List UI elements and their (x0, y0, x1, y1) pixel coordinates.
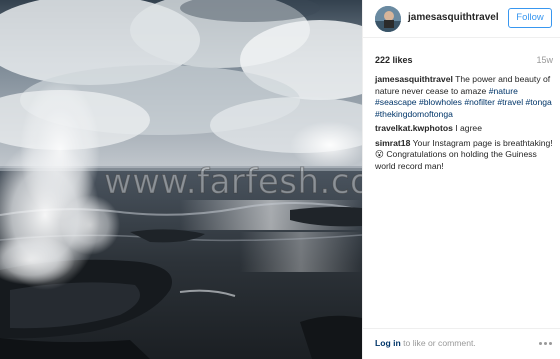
profile-avatar[interactable] (375, 6, 401, 32)
login-prompt-text: to like or comment. (400, 338, 476, 348)
hashtag[interactable]: #nature (489, 86, 518, 96)
post-author-username[interactable]: jamesasquithtravel (408, 12, 499, 23)
comments-list: jamesasquithtravel The power and beauty … (375, 74, 557, 175)
comment-username[interactable]: simrat18 (375, 138, 410, 148)
caption-username[interactable]: jamesasquithtravel (375, 74, 453, 84)
more-options-icon[interactable] (539, 342, 553, 346)
hashtag[interactable]: #tonga (526, 97, 552, 107)
likes-count[interactable]: 222 likes (375, 55, 413, 65)
login-link[interactable]: Log in (375, 338, 401, 348)
comment-username[interactable]: travelkat.kwphotos (375, 123, 453, 133)
comment-item: simrat18 Your Instagram page is breathta… (375, 138, 557, 173)
login-prompt: Log in to like or comment. (375, 338, 476, 348)
avatar-image (375, 6, 401, 32)
post-details-panel: jamesasquithtravel Follow 222 likes 15w … (362, 0, 560, 359)
hashtag[interactable]: #blowholes (419, 97, 462, 107)
caption: jamesasquithtravel The power and beauty … (375, 74, 557, 120)
hashtag[interactable]: #nofilter (464, 97, 495, 107)
post-age[interactable]: 15w (536, 55, 553, 65)
comment-item: travelkat.kwphotos I agree (375, 123, 557, 135)
hashtag[interactable]: #travel (497, 97, 523, 107)
comment-text: I agree (452, 123, 482, 133)
post-header: jamesasquithtravel Follow (363, 0, 560, 38)
hashtag[interactable]: #thekingdomoftonga (375, 109, 453, 119)
hashtag[interactable]: #seascape (375, 97, 417, 107)
post-footer: Log in to like or comment. (363, 328, 560, 359)
post-meta: 222 likes 15w (375, 55, 553, 69)
follow-button[interactable]: Follow (508, 8, 552, 28)
post-photo[interactable]: www.farfesh.com (0, 0, 362, 359)
blowhole-seascape-image (0, 0, 362, 359)
